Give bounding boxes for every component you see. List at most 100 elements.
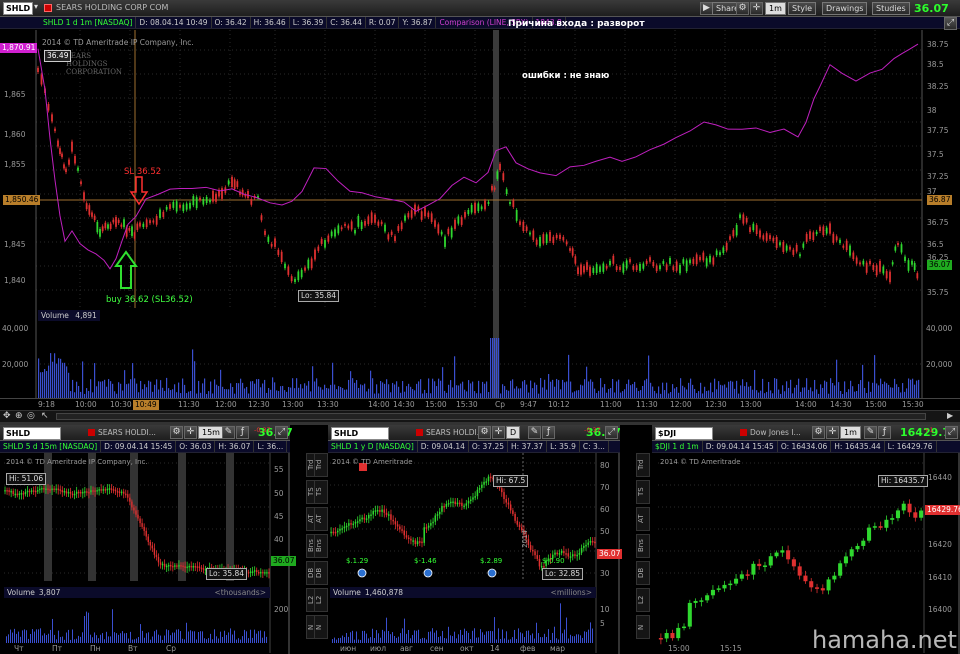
candle (675, 261, 678, 271)
volume-bar (482, 381, 484, 398)
panel1-crosshair-icon[interactable]: ✛ (184, 426, 197, 439)
panel2-gear-icon[interactable]: ⚙ (478, 426, 491, 439)
panel2-crosshair-icon[interactable]: ✛ (492, 426, 505, 439)
panel1-draw-icon[interactable]: ✎ (222, 426, 235, 439)
horizontal-scrollbar[interactable] (56, 413, 926, 420)
panel1-link-icon[interactable] (88, 429, 95, 436)
red-link-icon[interactable] (44, 4, 52, 12)
volume-panel[interactable]: Volume 4,891 40,000 20,000 40,000 20,000 (0, 308, 960, 398)
panel2-symbol-input[interactable]: SHLD (331, 427, 389, 440)
panel2-chart[interactable]: SHLD SEARS HOLDI... ⚙ ✛ D ✎ ƒ 36.07 -0.37 ⤢ SHLD 1… (314, 425, 623, 654)
panel1-expand-icon[interactable]: ⤢ (275, 426, 288, 439)
candle (436, 514, 439, 516)
pan-icon[interactable]: ✥ (3, 411, 11, 421)
main-symbol-input[interactable]: SHLD (3, 2, 33, 15)
panel1-symbol-input[interactable]: SHLD (3, 427, 61, 440)
panel3-side-tab[interactable]: AT (636, 507, 650, 531)
panel2-side-tab[interactable]: TS (314, 480, 328, 504)
style-button[interactable]: Style (788, 2, 817, 15)
panel2-interval-button[interactable]: D (506, 426, 521, 439)
volume-bar (626, 383, 628, 398)
panel2-study-icon[interactable]: ƒ (542, 426, 555, 439)
panel2-side-tab[interactable]: L2 (314, 588, 328, 612)
volume-bar (218, 638, 219, 643)
candle (890, 518, 895, 520)
panel1-gear-icon[interactable]: ⚙ (170, 426, 183, 439)
panel1-chart[interactable]: SHLD SEARS HOLDI... ⚙✛15m✎ƒ 36.07 -0.37 ⤢ SHLD… (0, 425, 320, 654)
volume-bar (468, 380, 470, 398)
candle (297, 271, 300, 281)
volume-bar (158, 634, 159, 643)
candle (822, 226, 825, 236)
panel3-side-tab[interactable]: N (636, 615, 650, 639)
zoom-icon[interactable]: ◎ (27, 411, 35, 421)
volume-bar (666, 382, 668, 398)
candle (131, 226, 133, 236)
panel2-expand-icon[interactable]: ⤢ (605, 426, 618, 439)
volume-bar (394, 636, 395, 643)
panel3-side-tab[interactable]: L2 (636, 588, 650, 612)
volume-bar (810, 387, 812, 398)
panel3-chart[interactable]: $DJI Dow Jones I... ⚙ ✛ 1m ✎ ƒ 16429.76 +1 ⤢ $DJI … (636, 425, 960, 654)
volume-bar (24, 629, 25, 643)
panel3-side-tab[interactable]: DB (636, 561, 650, 585)
volume-bar (66, 632, 67, 643)
main-chart-area[interactable]: 2014 © TD Ameritrade IP Company, Inc. SE… (0, 30, 960, 308)
drawings-button[interactable]: Drawings (822, 2, 868, 15)
panel2-vol-axis-tick: 5 (600, 619, 605, 628)
candle (344, 223, 346, 226)
volume-bar (918, 379, 920, 398)
panel3-draw-icon[interactable]: ✎ (864, 426, 877, 439)
candle (655, 265, 658, 272)
panel2-draw-icon[interactable]: ✎ (528, 426, 541, 439)
panel1-study-icon[interactable]: ƒ (236, 426, 249, 439)
volume-bar (228, 632, 229, 643)
candle (454, 219, 456, 229)
crosshair-icon[interactable]: ✛ (750, 2, 763, 15)
candle (39, 488, 41, 491)
panel2-side-tab[interactable]: Trd (314, 453, 328, 477)
candle (390, 514, 392, 520)
time-axis-tick: 10:00 (75, 400, 97, 409)
scroll-right-arrow[interactable]: ▶ (947, 411, 953, 420)
volume-bar (506, 631, 507, 643)
volume-bar (6, 636, 7, 643)
panel3-link-icon[interactable] (740, 429, 747, 436)
panel1-interval-button[interactable]: 15m (198, 426, 224, 439)
panel3-crosshair-icon[interactable]: ✛ (826, 426, 839, 439)
candle (421, 541, 423, 544)
expand-icon[interactable]: ⤢ (944, 17, 957, 30)
volume-bar (194, 631, 195, 643)
panel3-side-tab[interactable]: Trd (636, 453, 650, 477)
panel2-side-tab[interactable]: Bns (314, 534, 328, 558)
panel3-side-tab[interactable]: TS (636, 480, 650, 504)
panel3-gear-icon[interactable]: ⚙ (812, 426, 825, 439)
candle (96, 490, 98, 492)
volume-bar (542, 637, 543, 643)
volume-bar (582, 385, 584, 398)
cursor-icon[interactable]: ↖ (41, 411, 49, 421)
volume-bar (568, 638, 569, 643)
volume-bar (488, 631, 489, 643)
gear-icon[interactable]: ⚙ (736, 2, 749, 15)
main-toolbar: SHLD ▾ SEARS HOLDING CORP COM ▶ Share ⚙ … (0, 0, 960, 17)
panel2-side-tab[interactable]: AT (314, 507, 328, 531)
panel2-side-tab[interactable]: N (314, 615, 328, 639)
panel2-side-tab[interactable]: DB (314, 561, 328, 585)
interval-button[interactable]: 1m (765, 2, 786, 15)
candle (467, 500, 470, 504)
panel3-study-icon[interactable]: ƒ (878, 426, 891, 439)
volume-bar (484, 383, 486, 398)
volume-bar (482, 632, 483, 643)
panel3-side-tab[interactable]: Bns (636, 534, 650, 558)
panel1-info-low: L: 36... (254, 441, 288, 452)
studies-button[interactable]: Studies (872, 2, 910, 15)
panel2-axis-tick: 50 (600, 527, 610, 536)
panel3-expand-icon[interactable]: ⤢ (945, 426, 958, 439)
zoom-in-icon[interactable]: ⊕ (15, 411, 23, 421)
volume-bar (452, 636, 453, 643)
symbol-dropdown-icon[interactable]: ▾ (34, 2, 38, 11)
panel3-interval-button[interactable]: 1m (840, 426, 861, 439)
panel2-link-icon[interactable] (416, 429, 423, 436)
panel3-symbol-input[interactable]: $DJI (655, 427, 713, 440)
